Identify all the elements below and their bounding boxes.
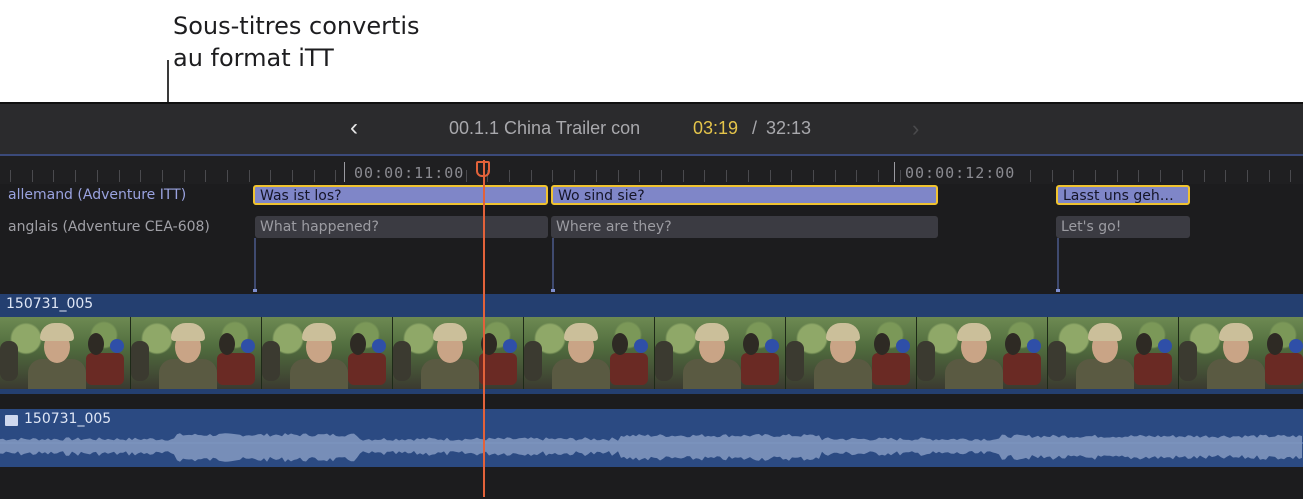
- ruler-tick: [32, 170, 33, 182]
- ruler-tick: [618, 170, 619, 182]
- ruler-tick: [1117, 170, 1118, 182]
- timeline-window: ‹ 00.1.1 China Trailer con 03:19 / 32:13…: [0, 102, 1303, 499]
- ruler-tick: [661, 170, 662, 182]
- project-title: 00.1.1 China Trailer con: [449, 118, 641, 138]
- ruler-tick: [531, 170, 532, 182]
- playhead[interactable]: [483, 160, 485, 497]
- video-thumbnail: [0, 317, 131, 389]
- timeline-toolbar: ‹ 00.1.1 China Trailer con 03:19 / 32:13…: [0, 104, 1303, 156]
- ruler-tick: [227, 170, 228, 182]
- ruler-tick: [184, 170, 185, 182]
- ruler-tick: [249, 170, 250, 182]
- caption-cea-1[interactable]: What happened?: [255, 216, 548, 238]
- audio-waveform: [0, 433, 1303, 462]
- current-timecode: 03:19: [693, 118, 739, 138]
- video-thumbnail: [1048, 317, 1179, 389]
- caption-connector: [254, 238, 256, 290]
- ruler-tick: [314, 170, 315, 182]
- connection-point: [253, 289, 257, 292]
- ruler-tick: [162, 170, 163, 182]
- ruler-tick: [748, 170, 749, 182]
- lane-label-german: allemand (Adventure ITT): [8, 187, 187, 203]
- film-icon: [5, 415, 18, 426]
- ruler-major-tick: [344, 162, 345, 182]
- chevron-right-icon[interactable]: ›: [912, 116, 919, 142]
- video-thumbnail: [524, 317, 655, 389]
- video-thumbnail: [786, 317, 917, 389]
- ruler-tick: [856, 170, 857, 182]
- ruler-tick: [119, 170, 120, 182]
- total-duration: 32:13: [766, 118, 812, 138]
- ruler-tick: [1138, 170, 1139, 182]
- ruler-tick: [1247, 170, 1248, 182]
- ruler-tick: [574, 170, 575, 182]
- ruler-tick: [596, 170, 597, 182]
- video-clip-name: 150731_005: [6, 296, 94, 312]
- ruler-label-11s: 00:00:11:00: [352, 164, 467, 182]
- ruler-tick: [1269, 170, 1270, 182]
- ruler-tick: [1095, 170, 1096, 182]
- caption-connector: [552, 238, 554, 290]
- connection-point: [1056, 289, 1060, 292]
- chevron-left-icon[interactable]: ‹: [350, 114, 358, 142]
- caption-cea-2[interactable]: Where are they?: [551, 216, 938, 238]
- video-thumbnail: [1179, 317, 1303, 389]
- ruler-label-12s: 00:00:12:00: [903, 164, 1018, 182]
- ruler-tick: [1204, 170, 1205, 182]
- ruler-tick: [683, 170, 684, 182]
- ruler-tick: [75, 170, 76, 182]
- ruler-tick: [704, 170, 705, 182]
- video-thumbnail: [655, 317, 786, 389]
- ruler-tick: [205, 170, 206, 182]
- ruler-tick: [1160, 170, 1161, 182]
- ruler-tick: [335, 170, 336, 182]
- connection-point: [551, 289, 555, 292]
- callout-line-2: au format iTT: [173, 44, 334, 72]
- playhead-handle[interactable]: [476, 161, 490, 177]
- caption-itt-2[interactable]: Wo sind sie?: [551, 185, 938, 205]
- ruler-tick: [509, 170, 510, 182]
- ruler-tick: [1052, 170, 1053, 182]
- caption-connector: [1057, 238, 1059, 290]
- ruler-tick: [1073, 170, 1074, 182]
- ruler-tick: [1225, 170, 1226, 182]
- audio-clip-name: 150731_005: [24, 411, 112, 427]
- ruler-tick: [726, 170, 727, 182]
- video-thumbnail: [262, 317, 393, 389]
- ruler-tick: [770, 170, 771, 182]
- callout-text: Sous-titres convertis au format iTT: [173, 10, 420, 74]
- ruler-tick: [1290, 170, 1291, 182]
- ruler-tick: [552, 170, 553, 182]
- ruler-tick: [835, 170, 836, 182]
- video-thumbnail: [393, 317, 524, 389]
- video-clip[interactable]: 150731_005: [0, 294, 1303, 394]
- ruler-tick: [1030, 170, 1031, 182]
- ruler-tick: [97, 170, 98, 182]
- ruler-tick: [878, 170, 879, 182]
- timeline-ruler[interactable]: 00:00:11:00 00:00:12:00: [0, 156, 1303, 184]
- ruler-tick: [900, 170, 901, 182]
- ruler-tick: [639, 170, 640, 182]
- video-thumbnail: [131, 317, 262, 389]
- ruler-tick: [140, 170, 141, 182]
- audio-clip[interactable]: 150731_005: [0, 409, 1303, 467]
- caption-itt-1[interactable]: Was ist los?: [253, 185, 548, 205]
- caption-itt-3[interactable]: Lasst uns geh…: [1056, 185, 1190, 205]
- callout-line-1: Sous-titres convertis: [173, 12, 420, 40]
- video-filmstrip: [0, 317, 1303, 389]
- lane-label-english: anglais (Adventure CEA-608): [8, 219, 210, 235]
- video-thumbnail: [917, 317, 1048, 389]
- timecode-separator: /: [752, 118, 758, 138]
- ruler-tick: [292, 170, 293, 182]
- ruler-major-tick: [894, 162, 895, 182]
- ruler-tick: [10, 170, 11, 182]
- ruler-tick: [813, 170, 814, 182]
- caption-cea-3[interactable]: Let's go!: [1056, 216, 1190, 238]
- ruler-tick: [1182, 170, 1183, 182]
- ruler-tick: [270, 170, 271, 182]
- ruler-tick: [791, 170, 792, 182]
- ruler-tick: [53, 170, 54, 182]
